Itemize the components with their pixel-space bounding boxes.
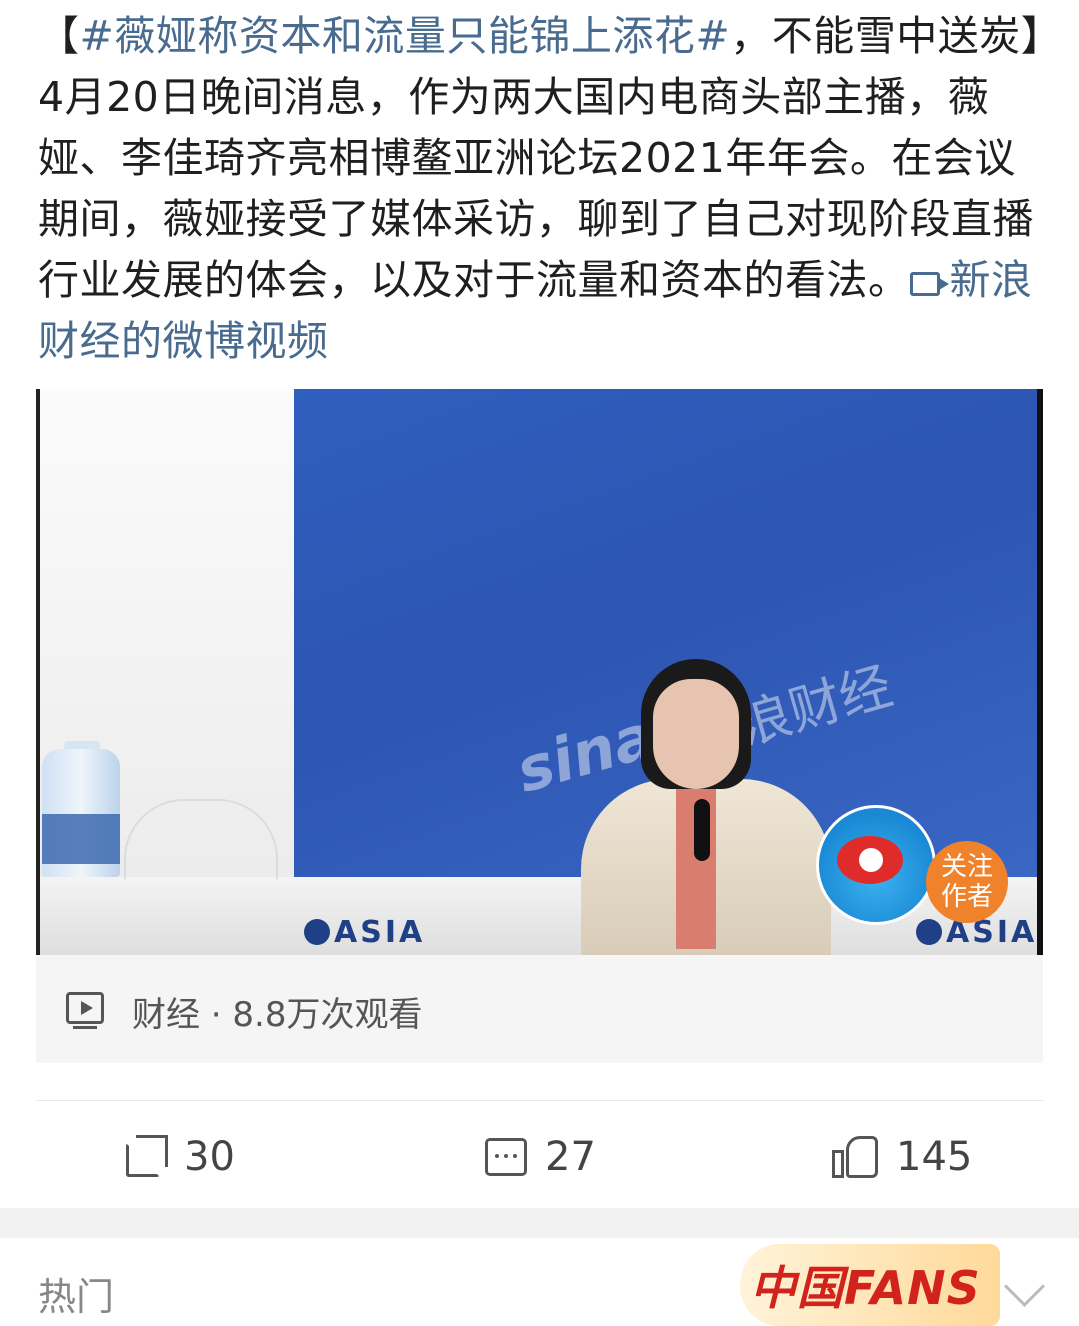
comment-icon (485, 1138, 527, 1176)
like-button[interactable]: 145 (832, 1130, 972, 1184)
banner-text: 中国FANS (750, 1261, 981, 1315)
like-count: 145 (896, 1134, 973, 1180)
comment-button[interactable]: 27 (485, 1130, 596, 1184)
share-count: 30 (184, 1134, 235, 1180)
post-bracket-open: 【 (38, 12, 80, 60)
video-player[interactable]: sina 浪财经 ASIA ASIA 关注 作者 (36, 389, 1043, 955)
section-separator (0, 1208, 1079, 1238)
share-button[interactable]: 30 (126, 1130, 235, 1184)
video-meta: 财经 · 8.8万次观看 (132, 995, 423, 1035)
video-camera-icon (909, 272, 949, 296)
hot-comments-label[interactable]: 热门 (38, 1266, 114, 1321)
asia-logo-left: ASIA (304, 915, 425, 950)
share-icon (126, 1135, 168, 1177)
weibo-avatar (816, 805, 936, 925)
thumbs-up-icon (832, 1136, 878, 1178)
video-left-edge (36, 389, 40, 955)
bottle-label (42, 814, 120, 864)
speaker-figure (581, 659, 831, 955)
glass (124, 799, 278, 879)
globe-icon (304, 919, 330, 945)
post-text: 【#薇娅称资本和流量只能锦上添花#，不能雪中送炭】4月20日晚间消息，作为两大国… (38, 6, 1048, 372)
video-right-edge (1037, 389, 1043, 955)
speaker-face (653, 679, 739, 789)
hashtag-link[interactable]: #薇娅称资本和流量只能锦上添花# (80, 12, 731, 60)
follow-author-badge[interactable]: 关注 作者 (816, 805, 1008, 935)
china-fans-banner[interactable]: 中国FANS (720, 1238, 1000, 1326)
video-info-bar[interactable]: 财经 · 8.8万次观看 (36, 955, 1043, 1063)
microphone (694, 799, 710, 861)
chevron-down-icon[interactable] (1003, 1265, 1046, 1308)
play-tv-icon (66, 992, 104, 1029)
weibo-eye-icon (837, 836, 903, 884)
follow-author-button[interactable]: 关注 作者 (926, 841, 1008, 923)
comment-count: 27 (545, 1134, 596, 1180)
divider (36, 1100, 1043, 1101)
